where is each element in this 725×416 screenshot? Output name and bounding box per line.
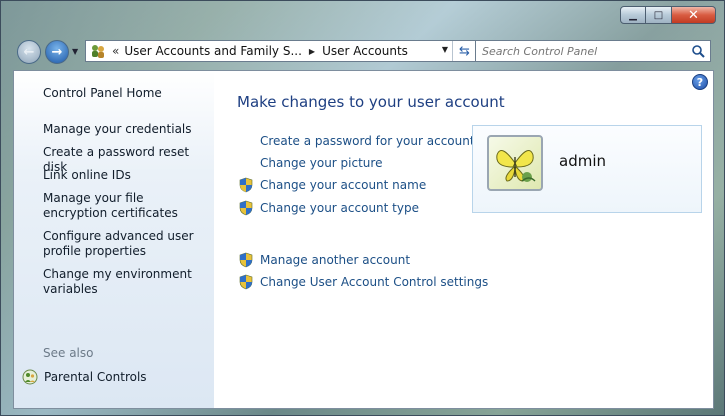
task-change-uac-settings[interactable]: Change User Account Control settings <box>238 274 488 290</box>
uac-shield-icon <box>239 252 253 268</box>
content-area: Control Panel Home Manage your credentia… <box>13 70 714 409</box>
user-picture <box>487 135 543 191</box>
main-panel: Make changes to your user account Create… <box>214 71 713 408</box>
recent-pages-dropdown[interactable]: ▼ <box>72 47 78 56</box>
user-account-panel: admin <box>472 125 702 213</box>
task-change-account-name[interactable]: Change your account name <box>238 177 426 193</box>
parental-controls-icon <box>22 369 38 385</box>
control-panel-window: ▁ □ ✕ ← → ▼ « User Accounts and Family S… <box>0 0 725 416</box>
task-create-password[interactable]: Create a password for your account <box>260 133 475 149</box>
breadcrumb-arrow-icon[interactable]: ▶ <box>309 47 315 56</box>
sidebar-item-environment-variables[interactable]: Change my environment variables <box>43 267 208 297</box>
sidebar-item-control-panel-home[interactable]: Control Panel Home <box>43 86 208 101</box>
user-accounts-icon <box>92 45 104 58</box>
sidebar-item-file-encryption-certificates[interactable]: Manage your file encryption certificates <box>43 191 208 221</box>
task-manage-another-account[interactable]: Manage another account <box>238 252 410 268</box>
task-label: Create a password for your account <box>260 134 475 148</box>
page-title: Make changes to your user account <box>237 93 505 111</box>
forward-button[interactable]: → <box>45 40 69 64</box>
search-box <box>475 40 711 62</box>
maximize-button[interactable]: □ <box>646 6 672 24</box>
uac-shield-icon <box>239 177 253 193</box>
breadcrumb-user-accounts[interactable]: User Accounts <box>322 44 408 58</box>
address-dropdown-icon[interactable]: ▼ <box>442 45 448 54</box>
see-also-heading: See also <box>43 346 94 360</box>
task-label: Change your picture <box>260 156 383 170</box>
task-label: Change your account name <box>260 178 427 192</box>
user-name: admin <box>559 152 606 170</box>
navigation-bar: ← → ▼ « User Accounts and Family S... ▶ … <box>13 38 713 66</box>
butterfly-picture-icon <box>496 150 536 182</box>
sidebar-item-parental-controls[interactable]: Parental Controls <box>22 369 147 385</box>
task-label: Change User Account Control settings <box>260 275 489 289</box>
sidebar-item-advanced-profile-properties[interactable]: Configure advanced user profile properti… <box>43 229 208 259</box>
sidebar-item-manage-credentials[interactable]: Manage your credentials <box>43 122 208 137</box>
uac-shield-icon <box>239 274 253 290</box>
task-label: Manage another account <box>260 253 411 267</box>
address-overflow-separator[interactable]: « <box>112 44 119 58</box>
search-input[interactable] <box>476 41 686 61</box>
uac-shield-icon <box>239 200 253 216</box>
close-button[interactable]: ✕ <box>672 6 716 24</box>
task-change-account-type[interactable]: Change your account type <box>238 200 419 216</box>
search-icon[interactable] <box>691 44 705 58</box>
task-label: Change your account type <box>260 201 419 215</box>
back-button[interactable]: ← <box>17 40 41 64</box>
task-change-picture[interactable]: Change your picture <box>260 155 382 171</box>
help-button[interactable]: ? <box>692 74 708 90</box>
sidebar: Control Panel Home Manage your credentia… <box>14 71 214 408</box>
address-bar[interactable]: « User Accounts and Family S... ▶ User A… <box>85 40 477 62</box>
refresh-button[interactable]: ⇆ <box>452 41 476 61</box>
breadcrumb-user-accounts-family[interactable]: User Accounts and Family S... <box>124 44 302 58</box>
sidebar-item-link-online-ids[interactable]: Link online IDs <box>43 168 208 183</box>
minimize-button[interactable]: ▁ <box>620 6 646 24</box>
caption-buttons: ▁ □ ✕ <box>620 6 716 24</box>
parental-controls-label: Parental Controls <box>44 370 147 384</box>
